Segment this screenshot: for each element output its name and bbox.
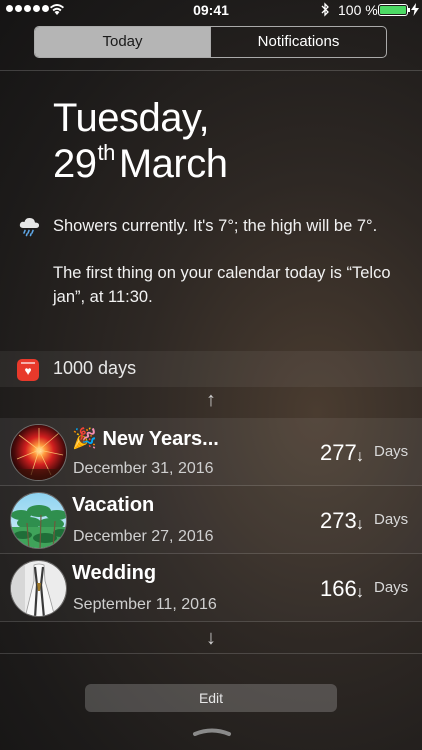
edit-button[interactable]: Edit [85, 684, 337, 712]
fireworks-photo [10, 424, 67, 481]
countdown-arrow-icon: ↓ [356, 584, 364, 601]
days-unit: Days [374, 511, 409, 528]
bluetooth-icon [321, 2, 329, 17]
tab-today[interactable]: Today [35, 27, 210, 57]
weekday-label: Tuesday, [53, 96, 210, 140]
days-count: 273 [320, 508, 357, 533]
app-icon-glyph: ♥ [24, 364, 32, 378]
event-date: December 31, 2016 [73, 460, 214, 477]
calendar-app-icon: ♥ [17, 359, 39, 381]
event-date: December 27, 2016 [73, 528, 214, 545]
days-unit: Days [374, 579, 409, 596]
weather-summary: Showers currently. It's 7°; the high wil… [53, 217, 378, 235]
event-name: 🎉 New Years... [72, 428, 219, 450]
list-item[interactable]: Vacation December 27, 2016 273 ↓ Days [0, 486, 422, 554]
calendar-summary: The first thing on your calendar today i… [53, 264, 391, 306]
grabber-handle-icon[interactable] [192, 726, 232, 738]
scroll-up-arrow-icon[interactable]: ↑ [0, 389, 422, 412]
countdown-arrow-icon: ↓ [356, 448, 364, 465]
wedding-dress-photo [10, 560, 67, 617]
widget-divider [0, 653, 422, 654]
tab-notifications[interactable]: Notifications [210, 27, 386, 57]
rain-cloud-icon [19, 217, 40, 237]
countdown-arrow-icon: ↓ [356, 516, 364, 533]
battery-tip [408, 8, 410, 12]
palm-trees-photo [10, 492, 67, 549]
days-count: 166 [320, 576, 357, 601]
days-count: 277 [320, 440, 357, 465]
charging-bolt-icon [411, 3, 419, 16]
list-item[interactable]: 🎉 New Years... December 31, 2016 277 ↓ D… [0, 418, 422, 486]
event-date: September 11, 2016 [73, 596, 217, 613]
event-name: Vacation [72, 494, 155, 516]
days-unit: Days [374, 443, 409, 460]
party-popper-icon: 🎉 [72, 428, 97, 450]
battery-percent: 100 % [338, 2, 378, 18]
day-number: 29 [53, 142, 97, 186]
header-divider [0, 70, 422, 71]
month-name: March [118, 142, 228, 186]
battery-icon [378, 4, 408, 16]
widget-title: 1000 days [53, 358, 137, 378]
view-switcher: Today Notifications [34, 26, 387, 58]
widget-header[interactable]: ♥ 1000 days [0, 351, 422, 387]
list-item[interactable]: Wedding September 11, 2016 166 ↓ Days [0, 554, 422, 622]
day-suffix: th [97, 140, 116, 165]
date-label: 29th March [53, 140, 228, 187]
scroll-down-arrow-icon[interactable]: ↓ [0, 627, 422, 650]
status-bar: 09:41 100 % [0, 0, 422, 20]
event-name: Wedding [72, 562, 157, 584]
event-list: 🎉 New Years... December 31, 2016 277 ↓ D… [0, 418, 422, 622]
